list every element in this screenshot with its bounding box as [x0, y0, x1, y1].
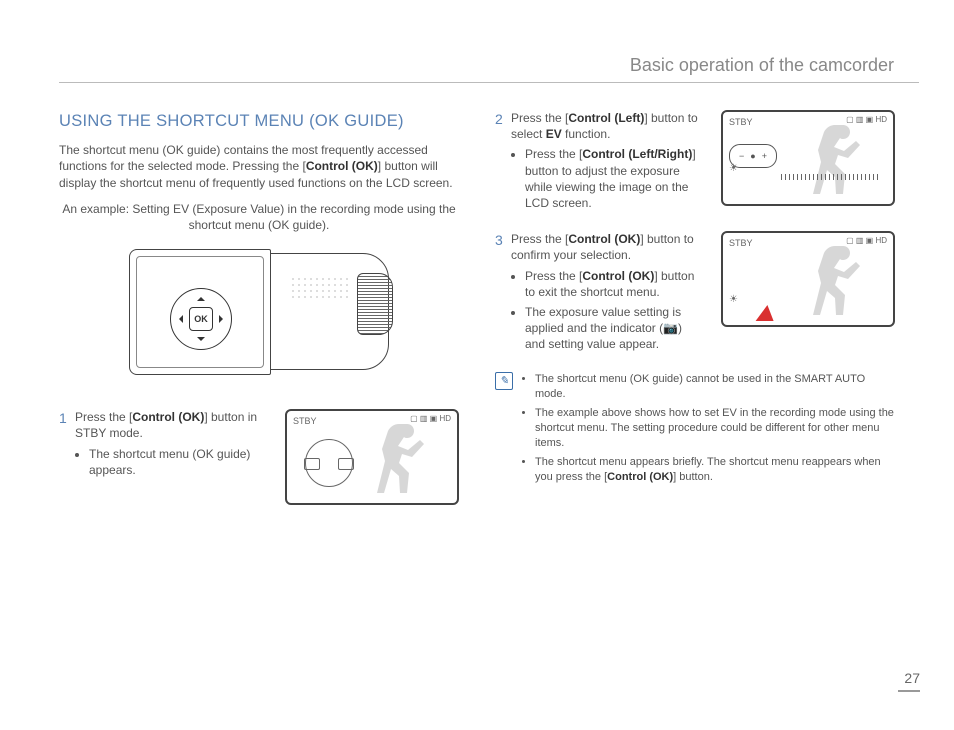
note-1: The shortcut menu (OK guide) cannot be u…: [535, 372, 895, 402]
lcd2-stby: STBY: [729, 116, 753, 128]
dpad-up-icon: [197, 293, 205, 301]
step2-a: Press the [: [511, 111, 568, 125]
silhouette-icon: [377, 419, 427, 495]
lcd3-ev-icon: ☀: [729, 293, 738, 307]
lcd-screenshot-2: STBY ▢ ▥ ▣ HD − ● + ☀: [721, 110, 895, 206]
s2b-bold: Control (Left/Right): [582, 147, 692, 161]
intro-bold: Control (OK): [306, 159, 378, 173]
s3b1-a: Press the [: [525, 269, 582, 283]
ok-button-label: OK: [189, 307, 213, 331]
step3-a: Press the [: [511, 232, 568, 246]
step-1-bold: Control (OK): [132, 410, 204, 424]
section-title: USING THE SHORTCUT MENU (OK GUIDE): [59, 110, 459, 132]
step-3-bullet-2: The exposure value setting is applied an…: [525, 304, 705, 353]
dpad-down-icon: [197, 337, 205, 345]
note-2: The example above shows how to set EV in…: [535, 406, 895, 451]
page-number-rule: [898, 690, 920, 692]
camcorder-lens: [357, 273, 393, 335]
dpad-right-icon: [219, 315, 227, 323]
right-column: 2 Press the [Control (Left)] button to s…: [495, 110, 895, 505]
camcorder-illustration: OK: [129, 243, 389, 393]
step-3: 3 Press the [Control (OK)] button to con…: [495, 231, 895, 362]
step3-bold: Control (OK): [568, 232, 640, 246]
speaker-grille: [290, 276, 350, 302]
step-1-bullet: The shortcut menu (OK guide) appears.: [89, 446, 269, 478]
silhouette-icon: [813, 120, 863, 196]
s2b-a: Press the [: [525, 147, 582, 161]
silhouette-icon: [813, 241, 863, 317]
note-block: ✎ The shortcut menu (OK guide) cannot be…: [495, 372, 895, 488]
page-number: 27: [904, 670, 920, 686]
note3-c: ] button.: [673, 471, 713, 483]
lcd-screenshot-3: STBY ▢ ▥ ▣ HD ☀: [721, 231, 895, 327]
step2-ev: EV: [546, 127, 562, 141]
camcorder-screen: OK: [129, 249, 271, 375]
step-2: 2 Press the [Control (Left)] button to s…: [495, 110, 895, 221]
ok-control-pad: OK: [170, 288, 232, 350]
step-1-number: 1: [59, 409, 75, 482]
intro-paragraph: The shortcut menu (OK guide) contains th…: [59, 142, 459, 191]
dpad-left-icon: [175, 315, 183, 323]
step-2-body: Press the [Control (Left)] button to sel…: [511, 110, 705, 215]
red-arrow-icon: [756, 305, 777, 321]
step-3-number: 3: [495, 231, 511, 356]
ev-scale-bar: [781, 174, 881, 180]
ev-minus-icon: −: [739, 150, 744, 162]
header-rule: [59, 82, 919, 83]
step2-bold: Control (Left): [568, 111, 644, 125]
step-1-body: Press the [Control (OK)] button in STBY …: [75, 409, 269, 482]
note3-bold: Control (OK): [607, 471, 673, 483]
shortcut-ring-icon: [305, 439, 353, 487]
lcd3-stby: STBY: [729, 237, 753, 249]
step-1: 1 Press the [Control (OK)] button in STB…: [59, 409, 459, 505]
ev-plus-icon: +: [762, 150, 767, 162]
s3b1-bold: Control (OK): [582, 269, 654, 283]
step2-e: function.: [562, 127, 611, 141]
ev-dot-icon: ●: [750, 150, 755, 162]
note-icon: ✎: [495, 372, 513, 390]
example-paragraph: An example: Setting EV (Exposure Value) …: [59, 201, 459, 233]
lcd1-stby: STBY: [293, 415, 317, 427]
content-area: USING THE SHORTCUT MENU (OK GUIDE) The s…: [59, 110, 899, 505]
lcd-screenshot-1: STBY ▢ ▥ ▣ HD: [285, 409, 459, 505]
step-1-a: Press the [: [75, 410, 132, 424]
page-header: Basic operation of the camcorder: [630, 55, 894, 76]
step-2-number: 2: [495, 110, 511, 215]
note-3: The shortcut menu appears briefly. The s…: [535, 455, 895, 485]
step-2-bullet: Press the [Control (Left/Right)] button …: [525, 146, 705, 211]
left-column: USING THE SHORTCUT MENU (OK GUIDE) The s…: [59, 110, 459, 505]
step-3-bullet-1: Press the [Control (OK)] button to exit …: [525, 268, 705, 300]
ev-sun-icon: ☀: [729, 162, 738, 176]
step-3-body: Press the [Control (OK)] button to confi…: [511, 231, 705, 356]
